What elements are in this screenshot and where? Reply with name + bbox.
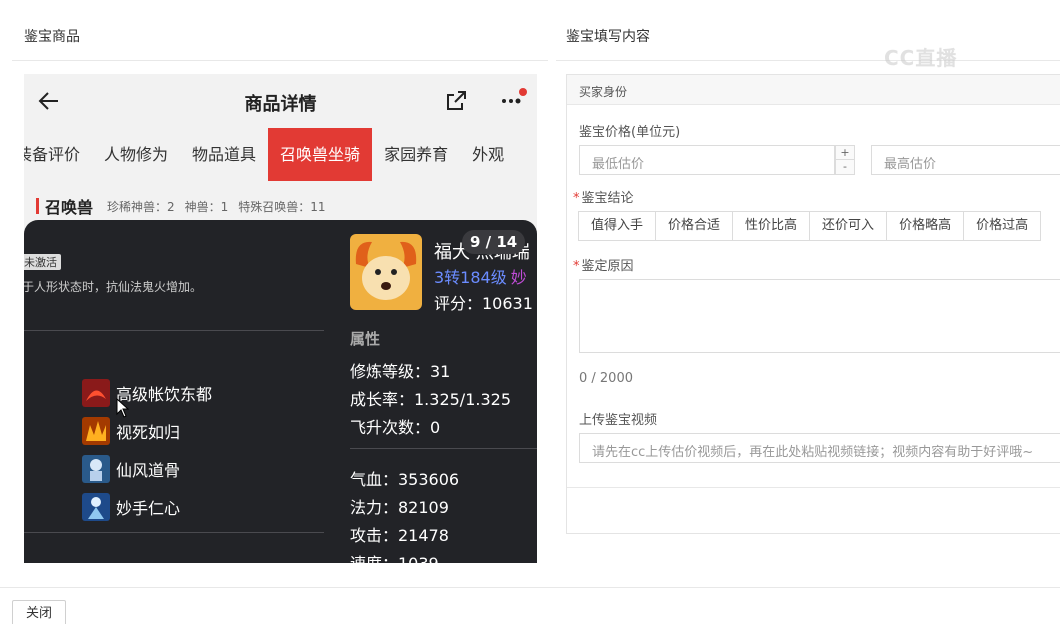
- pet-level-extra: 妙: [510, 268, 527, 287]
- skill-name: 仙风道骨: [116, 461, 181, 480]
- appraisal-form: 买家身份 鉴宝价格(单位元) 最低估价 + - 最高估价 * 鉴宝结论 值得入手 …: [566, 74, 1060, 534]
- watermark: CC直播: [884, 46, 958, 70]
- pet-level: 3转184级妙: [434, 264, 527, 288]
- skill-item[interactable]: 高级帐饮东都: [82, 378, 212, 408]
- conclusion-label-text: 鉴宝结论: [581, 191, 634, 206]
- skill-icon: [82, 379, 110, 407]
- image-page-counter: 9 / 14: [462, 230, 526, 254]
- conclusion-label: * 鉴宝结论: [573, 187, 634, 206]
- pet-score: 评分：10631: [434, 294, 533, 313]
- attribute: 气血：353606: [350, 470, 460, 489]
- attribute: 法力：82109: [350, 498, 449, 517]
- skill-icon: [82, 455, 110, 483]
- divider: [24, 532, 324, 533]
- price-stepper[interactable]: + -: [835, 145, 855, 175]
- attribute: 修炼等级：31: [350, 362, 451, 381]
- close-button[interactable]: 关闭: [12, 600, 66, 624]
- summon-stat: 珍稀神兽：2: [107, 199, 175, 214]
- skill-item[interactable]: 妙手仁心: [82, 492, 180, 522]
- conclusion-option[interactable]: 价格合适: [655, 211, 734, 241]
- tab-home[interactable]: 家园养育: [372, 128, 460, 181]
- conclusion-option[interactable]: 性价比高: [732, 211, 811, 241]
- divider: [24, 330, 324, 331]
- tab-character[interactable]: 人物修为: [92, 128, 180, 181]
- attribute: 飞升次数：0: [350, 418, 441, 437]
- stepper-minus-button[interactable]: -: [836, 160, 854, 174]
- right-section-divider: [556, 60, 1060, 61]
- conclusion-options: 值得入手 价格合适 性价比高 还价可入 价格略高 价格过高: [578, 211, 1042, 241]
- left-section-divider: [12, 60, 548, 61]
- summon-stat: 神兽：1: [184, 199, 229, 214]
- category-tabs: 装备评价 人物修为 物品道具 召唤兽坐骑 家园养育 外观: [24, 128, 537, 181]
- share-icon[interactable]: [444, 89, 468, 113]
- skill-name: 高级帐饮东都: [116, 385, 213, 404]
- more-icon[interactable]: [498, 88, 528, 112]
- video-link-input[interactable]: 请先在cc上传估价视频后，再在此处粘贴视频链接；视频内容有助于好评哦~: [579, 433, 1060, 463]
- right-section-title: 鉴宝填写内容: [566, 29, 650, 45]
- appraisal-dialog: 鉴宝商品 鉴宝填写内容 CC直播 商品详情 装备评价 人物修为 物品道具 召唤兽…: [0, 0, 1060, 624]
- divider: [567, 487, 1060, 488]
- stepper-plus-button[interactable]: +: [836, 146, 854, 160]
- reason-label: * 鉴定原因: [573, 255, 634, 274]
- product-detail-preview: 商品详情 装备评价 人物修为 物品道具 召唤兽坐骑 家园养育 外观 召唤兽 珍稀…: [24, 74, 537, 563]
- attributes-header: 属性: [350, 330, 381, 348]
- inactive-badge: 未激活: [24, 254, 61, 270]
- min-price-input[interactable]: 最低估价: [579, 145, 835, 175]
- summon-stat: 特殊召唤兽：11: [238, 199, 326, 214]
- skill-icon: [82, 417, 110, 445]
- reason-textarea[interactable]: [579, 279, 1060, 353]
- mouse-cursor-icon: [116, 398, 130, 418]
- summon-summary: 召唤兽 珍稀神兽：2 神兽：1 特殊召唤兽：11: [36, 194, 336, 218]
- left-section-title: 鉴宝商品: [24, 29, 80, 45]
- reason-label-text: 鉴定原因: [581, 259, 634, 274]
- footer-divider: [0, 587, 1060, 588]
- attribute: 速度：1039: [350, 550, 439, 563]
- summon-card: 未激活 于人形状态时，抗仙法鬼火增加。 高级帐饮东都 视死如归 仙风道骨 妙手仁…: [24, 220, 537, 563]
- required-mark: *: [573, 259, 580, 274]
- video-label: 上传鉴宝视频: [579, 413, 658, 428]
- skill-item[interactable]: 仙风道骨: [82, 454, 180, 484]
- conclusion-option[interactable]: 价格略高: [886, 211, 965, 241]
- price-label: 鉴宝价格(单位元): [579, 125, 681, 140]
- summon-title: 召唤兽: [45, 198, 94, 217]
- tab-equipment-review[interactable]: 装备评价: [24, 128, 92, 181]
- tab-summons-mounts[interactable]: 召唤兽坐骑: [268, 128, 373, 181]
- conclusion-option[interactable]: 值得入手: [578, 211, 657, 241]
- phone-header: 商品详情: [24, 74, 537, 128]
- buyer-identity-header: 买家身份: [567, 75, 1060, 105]
- conclusion-option[interactable]: 价格过高: [963, 211, 1042, 241]
- accent-bar: [36, 198, 39, 214]
- attribute: 攻击：21478: [350, 526, 449, 545]
- attribute: 成长率：1.325/1.325: [350, 390, 512, 409]
- max-price-input[interactable]: 最高估价: [871, 145, 1060, 175]
- char-counter: 0 / 2000: [579, 371, 633, 386]
- tab-appearance[interactable]: 外观: [460, 128, 516, 181]
- skill-icon: [82, 493, 110, 521]
- conclusion-option[interactable]: 还价可入: [809, 211, 888, 241]
- skill-name: 妙手仁心: [116, 499, 181, 518]
- skill-name: 视死如归: [116, 423, 181, 442]
- skill-item[interactable]: 视死如归: [82, 416, 180, 446]
- pet-level-value: 3转184级: [434, 268, 507, 287]
- pet-avatar-icon: [350, 234, 422, 310]
- effect-description: 于人形状态时，抗仙法鬼火增加。: [24, 280, 203, 294]
- tab-items[interactable]: 物品道具: [180, 128, 268, 181]
- divider: [350, 448, 537, 449]
- required-mark: *: [573, 191, 580, 206]
